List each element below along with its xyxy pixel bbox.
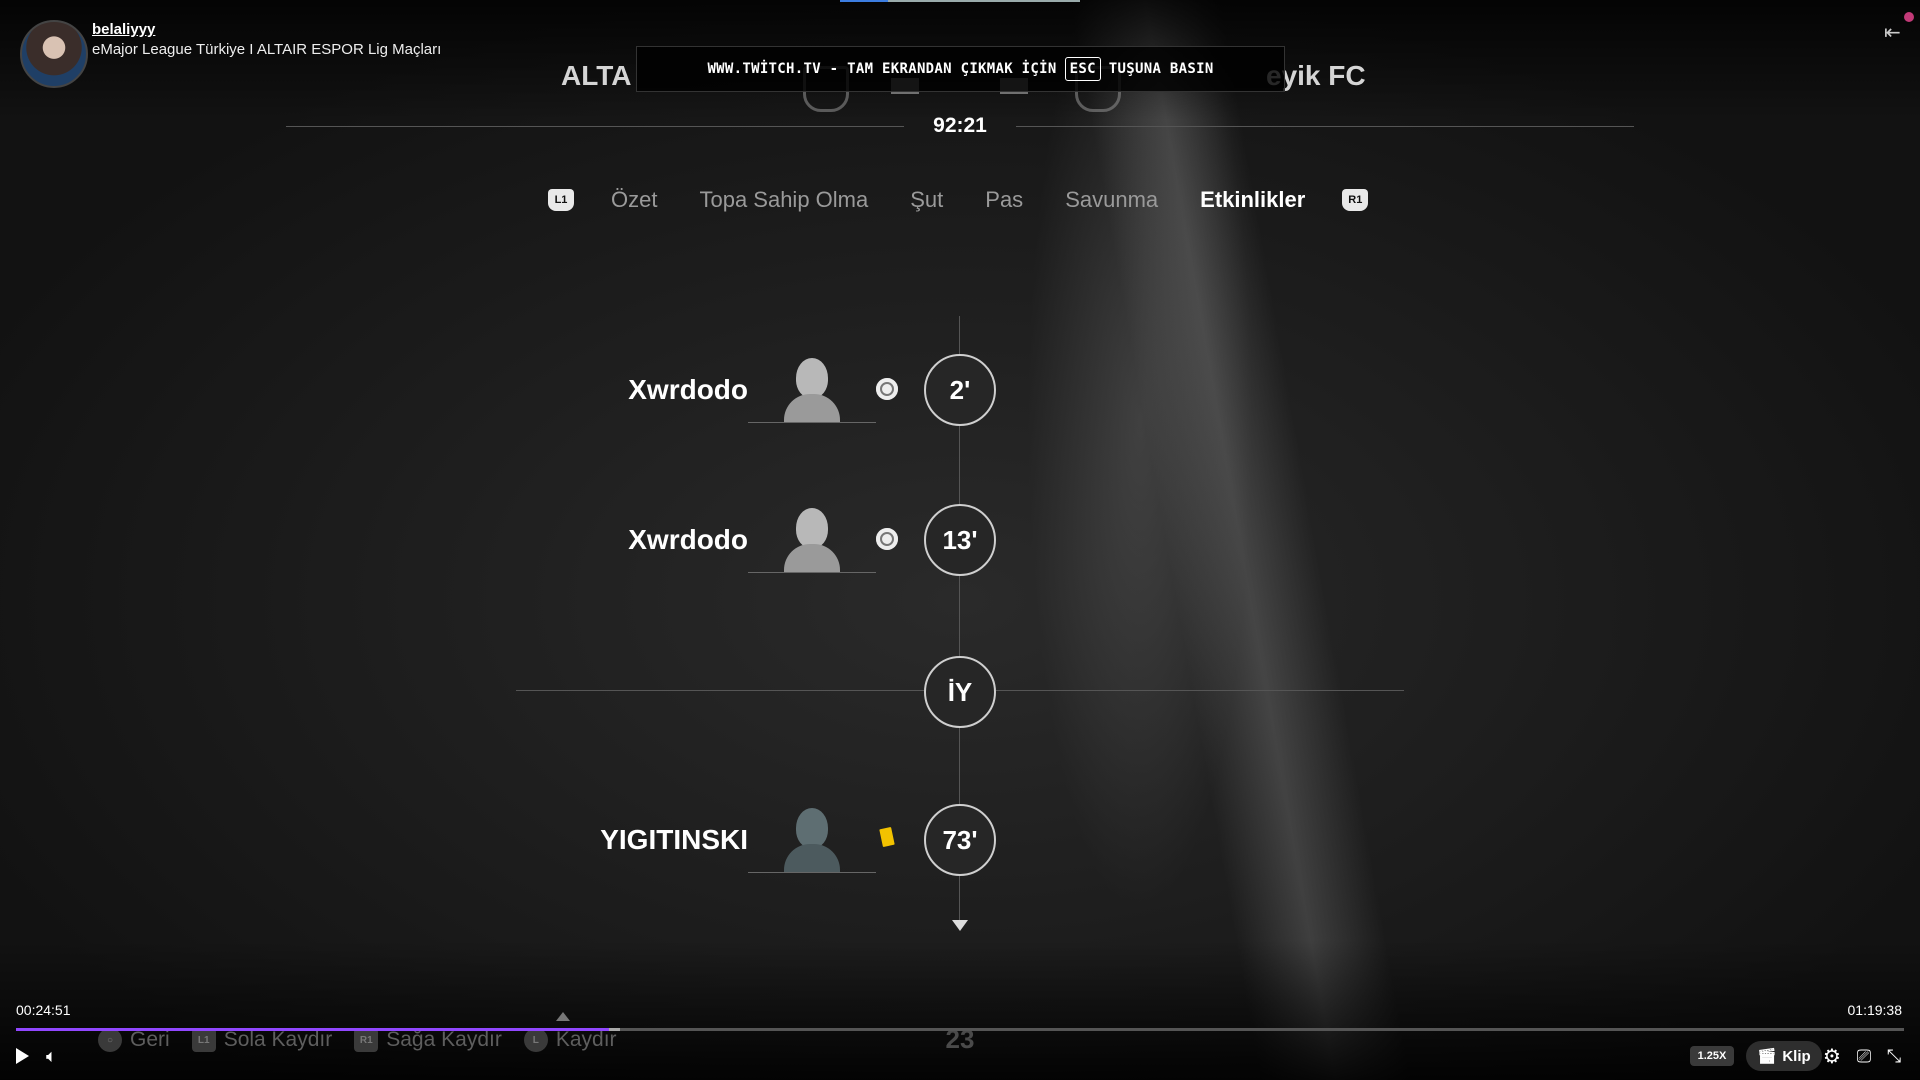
event-player-name: Xwrdodo: [628, 374, 748, 405]
seek-progress: [16, 1028, 609, 1031]
play-icon[interactable]: [16, 1048, 29, 1064]
current-time: 00:24:51: [16, 1002, 71, 1018]
event-player-name: Xwrdodo: [628, 524, 748, 555]
header-divider-left: [286, 126, 904, 127]
hint-scroll: L Kaydır: [523, 1028, 617, 1052]
clapper-icon: 🎬︎: [1757, 1048, 1777, 1065]
r1-button-icon: R1: [354, 1028, 379, 1052]
player-portrait-icon: [780, 506, 844, 572]
event-minute: 73': [924, 804, 996, 876]
ball-icon: [876, 528, 898, 550]
tab-savunma[interactable]: Savunma: [1065, 187, 1158, 213]
controller-hints: ○ Geri L1 Sola Kaydır R1 Sağa Kaydır L K…: [98, 1028, 639, 1052]
stats-tabs: L1 Özet Topa Sahip Olma Şut Pas Savunma …: [548, 182, 1369, 218]
hint-label: Geri: [130, 1028, 170, 1051]
tab-etkinlikler[interactable]: Etkinlikler: [1200, 187, 1305, 213]
esc-key-badge: ESC: [1064, 57, 1101, 81]
timeline-event[interactable]: YIGITINSKI 73': [0, 804, 1920, 876]
channel-name-link[interactable]: belaliyyy: [92, 21, 155, 38]
halftime-divider-right: [994, 690, 1404, 691]
tab-topa-sahip-olma[interactable]: Topa Sahip Olma: [699, 187, 868, 213]
hint-label: Kaydır: [555, 1028, 617, 1051]
timeline-event[interactable]: Xwrdodo 2': [0, 354, 1920, 426]
banner-text-after: TUŞUNA BASIN: [1108, 61, 1214, 77]
event-underline: [748, 422, 876, 423]
halftime-divider-left: [516, 690, 926, 691]
top-progress-indicator-accent: [840, 0, 888, 2]
event-underline: [748, 572, 876, 573]
header-divider-right: [1016, 126, 1634, 127]
team-left-name: ALTA: [561, 60, 632, 91]
hint-back: ○ Geri: [98, 1028, 170, 1052]
player-portrait-icon: [780, 806, 844, 872]
avatar[interactable]: [20, 20, 88, 88]
clip-label: Klip: [1782, 1047, 1811, 1065]
collapse-icon[interactable]: ⇤: [1884, 20, 1901, 45]
r1-button-icon[interactable]: R1: [1342, 189, 1369, 211]
exit-fullscreen-icon[interactable]: ⤡: [1884, 1044, 1904, 1068]
hint-up-arrow-icon: [556, 1012, 570, 1021]
circle-button-icon: ○: [98, 1028, 122, 1052]
event-minute: 13': [924, 504, 996, 576]
bottom-vignette: [0, 940, 1920, 1080]
tab-pas[interactable]: Pas: [985, 187, 1023, 213]
event-player-name: YIGITINSKI: [600, 824, 748, 855]
volume-icon[interactable]: 🔈︎: [46, 1044, 57, 1068]
player-portrait-icon: [780, 356, 844, 422]
scroll-down-arrow-icon[interactable]: [952, 920, 968, 931]
notification-dot: [1904, 12, 1914, 22]
hint-label: Sağa Kaydır: [386, 1028, 502, 1051]
playback-speed-button[interactable]: 1.25X: [1690, 1046, 1734, 1066]
ball-icon: [876, 378, 898, 400]
stream-title: eMajor League Türkiye I ALTAIR ESPOR Lig…: [92, 41, 442, 58]
banner-text-before: WWW.TWİTCH.TV - TAM EKRANDAN ÇIKMAK İÇİN: [707, 61, 1057, 77]
seek-bar[interactable]: [16, 1028, 1904, 1031]
total-time: 01:19:38: [1847, 1002, 1903, 1018]
hint-scroll-left: L1 Sola Kaydır: [191, 1028, 333, 1052]
timeline-event[interactable]: Xwrdodo 13': [0, 504, 1920, 576]
hint-label: Sola Kaydır: [223, 1028, 333, 1051]
halftime-marker: İY: [924, 656, 996, 728]
yellow-card-icon: [879, 826, 895, 848]
event-minute: 2': [924, 354, 996, 426]
cast-icon[interactable]: ⎚: [1854, 1044, 1874, 1068]
l1-button-icon: L1: [191, 1028, 216, 1052]
l-stick-icon: L: [523, 1028, 548, 1052]
fullscreen-exit-banner: WWW.TWİTCH.TV - TAM EKRANDAN ÇIKMAK İÇİN…: [636, 46, 1285, 92]
clip-button[interactable]: 🎬︎ Klip: [1746, 1041, 1822, 1071]
hint-scroll-right: R1 Sağa Kaydır: [354, 1028, 502, 1052]
tab-ozet[interactable]: Özet: [611, 187, 657, 213]
event-underline: [748, 872, 876, 873]
match-clock: 92:21: [933, 114, 987, 137]
l1-button-icon[interactable]: L1: [548, 189, 574, 211]
tab-sut[interactable]: Şut: [910, 187, 943, 213]
gear-icon[interactable]: ⚙: [1822, 1044, 1842, 1068]
